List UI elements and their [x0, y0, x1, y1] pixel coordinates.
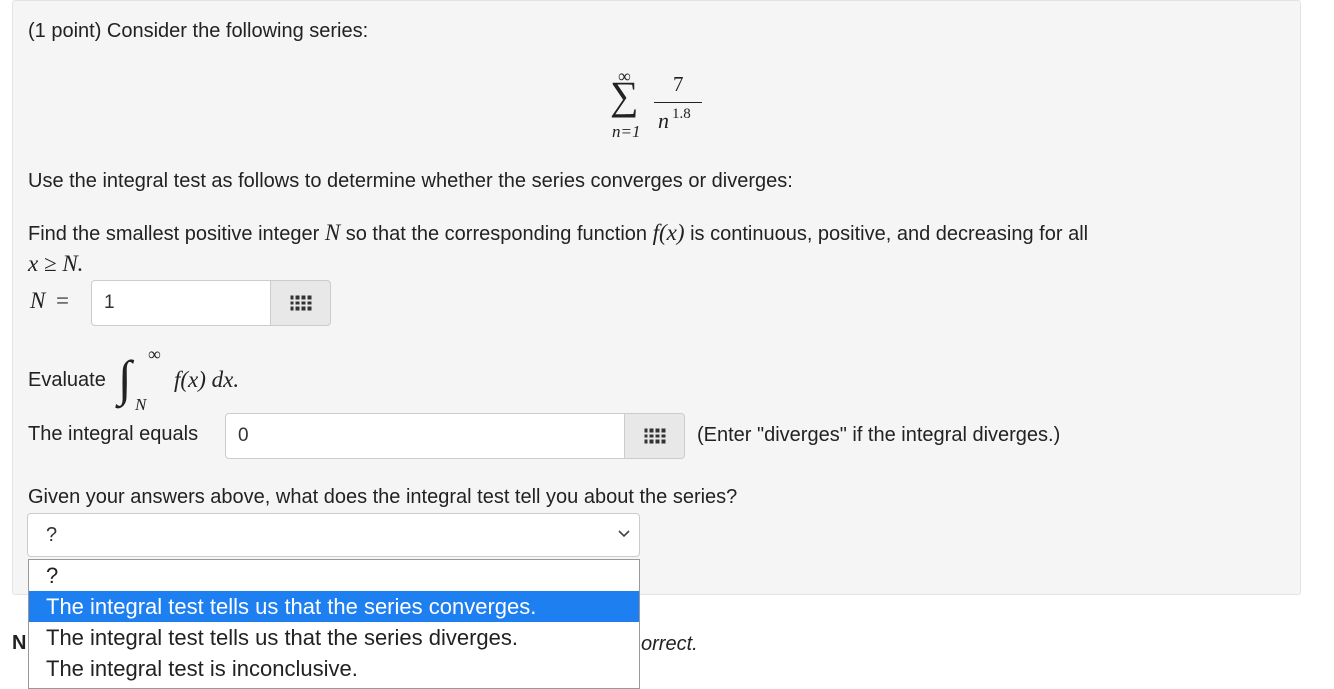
footer-right-text: orrect. [641, 633, 698, 655]
conclusion-question: Given your answers above, what does the … [28, 486, 738, 508]
dropdown-option[interactable]: ? [29, 560, 639, 591]
series-base: n [658, 108, 669, 133]
dropdown-option[interactable]: The integral test tells us that the seri… [29, 622, 639, 653]
evaluate-label: Evaluate [28, 369, 106, 391]
integral-lower-limit: N [135, 395, 147, 414]
find-var-n: N [324, 220, 341, 245]
problem-intro: (1 point) Consider the following series: [28, 20, 369, 42]
select-value: ? [46, 524, 58, 546]
integral-sign-icon: ∫ [118, 350, 132, 406]
dropdown-option-highlighted[interactable]: The integral test tells us that the seri… [29, 591, 639, 622]
n-label: N [30, 288, 46, 313]
series-exponent: 1.8 [672, 106, 691, 122]
sum-lower-limit: n=1 [612, 122, 641, 141]
integral-hint: (Enter "diverges" if the integral diverg… [697, 424, 1061, 446]
sigma-icon: ∑ [610, 73, 639, 118]
series-formula: ∞ ∑ n=1 7 n 1.8 [598, 62, 708, 142]
instructions-text: Use the integral test as follows to dete… [28, 170, 793, 192]
find-text-3: is continuous, positive, and decreasing … [690, 223, 1089, 245]
find-text-2: so that the corresponding function [345, 223, 648, 245]
n-equation-editor-button[interactable] [270, 280, 331, 326]
integral-equals-label: The integral equals [28, 423, 199, 445]
chevron-down-icon [618, 530, 630, 538]
integrand: f(x) dx. [174, 367, 240, 392]
integral-equation-editor-button[interactable] [624, 413, 685, 459]
find-text-1: Find the smallest positive integer [28, 223, 320, 245]
grid-icon [644, 428, 665, 444]
find-sentence: Find the smallest positive integer N so … [28, 221, 1088, 246]
find-function: f(x) [652, 220, 685, 245]
n-input[interactable]: 1 [91, 280, 271, 326]
integral-input[interactable]: 0 [225, 413, 625, 459]
conclusion-select[interactable]: ? [27, 513, 640, 557]
fraction-bar [654, 102, 702, 103]
footer-left-text: N [12, 632, 27, 654]
dropdown-option[interactable]: The integral test is inconclusive. [29, 653, 639, 684]
n-equals: = [56, 288, 69, 313]
grid-icon [290, 295, 311, 311]
integral-upper-limit: ∞ [148, 344, 161, 364]
find-condition: x ≥ N. [28, 251, 84, 276]
conclusion-dropdown-list: ? The integral test tells us that the se… [28, 559, 640, 689]
series-numerator: 7 [673, 72, 684, 96]
